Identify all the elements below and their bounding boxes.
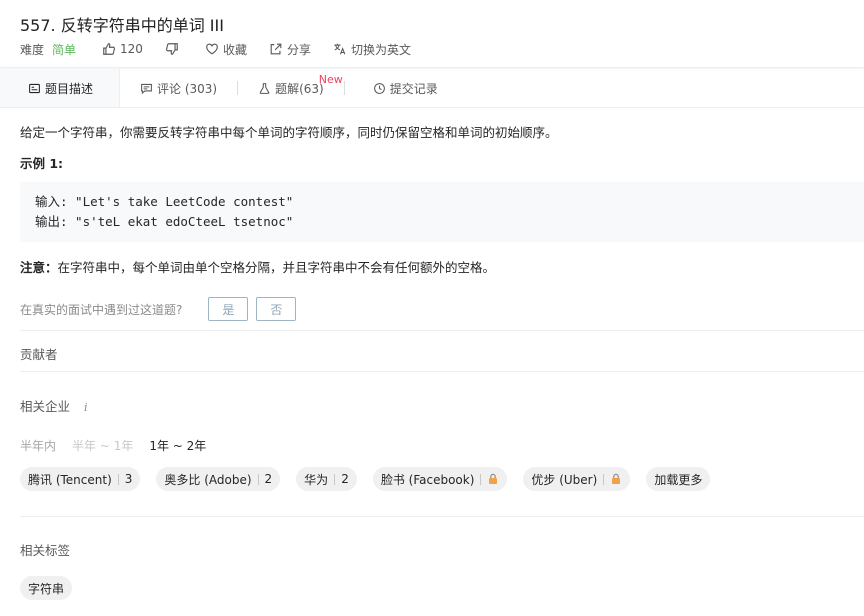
company-count: 2	[264, 472, 273, 486]
company-name: 脸书 (Facebook)	[380, 472, 475, 487]
share-icon	[270, 43, 282, 55]
note-text: 在字符串中，每个单词由单个空格分隔，并且字符串中不会有任何额外的空格。	[57, 260, 496, 275]
info-icon[interactable]: i	[84, 401, 88, 414]
tab-comments[interactable]: 评论 (303)	[120, 69, 237, 107]
topic-tag[interactable]: 字符串	[20, 576, 73, 600]
example-title: 示例 1:	[20, 156, 64, 171]
problem-header: 557. 反转字符串中的单词 III 难度 简单 120 收藏 分享 切换为英文	[0, 0, 864, 68]
example-code-block: 输入: "Let's take LeetCode contest" 输出: "s…	[20, 182, 864, 242]
description-icon	[29, 83, 40, 93]
chip-divider	[117, 473, 119, 485]
interview-question: 在真实的面试中遇到过这道题? 是 否	[20, 297, 304, 321]
comment-icon	[141, 83, 152, 94]
example-input-line: 输入: "Let's take LeetCode contest"	[35, 194, 294, 209]
company-count: 2	[341, 472, 349, 486]
dislike-button[interactable]	[165, 42, 183, 56]
period-option[interactable]: 半年内	[20, 437, 56, 454]
clock-icon	[373, 82, 385, 94]
tags-label[interactable]: 相关标签	[20, 540, 70, 559]
problem-tabs: 题目描述 评论 (303) 题解(63) New 提交记录	[0, 69, 864, 108]
heart-icon	[206, 43, 218, 55]
divider	[20, 371, 864, 372]
divider	[20, 330, 864, 331]
tab-submissions-label: 提交记录	[389, 81, 438, 96]
like-button[interactable]: 120	[102, 42, 143, 56]
company-chip[interactable]: 优步 (Uber)	[523, 467, 631, 491]
company-name: 奥多比 (Adobe)	[164, 472, 252, 487]
company-chip[interactable]: 华为 2	[296, 467, 357, 491]
chip-divider	[257, 473, 259, 485]
company-name: 优步 (Uber)	[531, 472, 598, 487]
tab-solutions-label: 题解(63)	[275, 81, 324, 96]
tab-description[interactable]: 题目描述	[0, 69, 120, 107]
problem-note: 注意：在字符串中，每个单词由单个空格分隔，并且字符串中不会有任何额外的空格。	[20, 257, 495, 276]
interview-no-button[interactable]: 否	[256, 297, 297, 321]
divider	[20, 516, 864, 517]
company-chip[interactable]: 脸书 (Facebook)	[372, 467, 508, 491]
chip-divider	[603, 473, 605, 485]
company-tags: 腾讯 (Tencent) 3 奥多比 (Adobe) 2 华为 2 脸书 (Fa…	[20, 467, 726, 491]
company-name: 腾讯 (Tencent)	[28, 472, 112, 487]
share-button[interactable]: 分享	[269, 41, 311, 58]
difficulty-label: 难度	[20, 42, 45, 57]
companies-label[interactable]: 相关企业 i	[20, 396, 88, 415]
favorite-button[interactable]: 收藏	[205, 41, 247, 58]
thumbs-down-icon	[165, 43, 178, 55]
note-label: 注意：	[20, 260, 58, 275]
lock-icon	[489, 473, 498, 484]
share-label: 分享	[286, 42, 311, 57]
problem-title: 557. 反转字符串中的单词 III	[20, 16, 224, 35]
flask-icon	[259, 82, 270, 94]
chip-divider	[334, 473, 336, 485]
tab-solutions[interactable]: 题解(63) New	[238, 69, 344, 107]
interview-question-text: 在真实的面试中遇到过这道题?	[20, 302, 183, 317]
translate-icon	[334, 43, 346, 55]
contributors-label[interactable]: 贡献者	[20, 344, 58, 363]
lock-icon	[612, 473, 621, 484]
problem-meta: 难度 简单 120 收藏 分享 切换为英文	[20, 40, 419, 58]
difficulty-badge: 简单	[52, 42, 77, 57]
company-count: 3	[124, 472, 133, 486]
tab-submissions[interactable]: 提交记录	[345, 69, 458, 107]
favorite-label: 收藏	[222, 42, 247, 57]
company-chip[interactable]: 奥多比 (Adobe) 2	[156, 467, 281, 491]
chip-divider	[480, 473, 482, 485]
company-chip[interactable]: 腾讯 (Tencent) 3	[20, 467, 141, 491]
company-name: 华为	[304, 472, 329, 487]
load-more-button[interactable]: 加载更多	[646, 467, 711, 491]
example-output-line: 输出: "s'teL ekat edoCteeL tsetnoc"	[35, 214, 294, 229]
period-option[interactable]: 半年 ~ 1年	[72, 437, 133, 454]
tab-comments-label: 评论 (303)	[157, 81, 218, 96]
period-option[interactable]: 1年 ~ 2年	[149, 437, 206, 454]
like-count: 120	[120, 42, 143, 56]
companies-label-text: 相关企业	[20, 399, 71, 414]
tab-description-label: 题目描述	[45, 81, 94, 96]
thumbs-up-icon	[103, 43, 116, 55]
switch-language-label: 切换为英文	[350, 42, 411, 57]
problem-description: 给定一个字符串，你需要反转字符串中每个单词的字符顺序，同时仍保留空格和单词的初始…	[20, 125, 558, 140]
switch-language-button[interactable]: 切换为英文	[333, 41, 411, 58]
company-period-filter: 半年内 半年 ~ 1年 1年 ~ 2年	[20, 437, 222, 454]
interview-yes-button[interactable]: 是	[208, 297, 249, 321]
new-badge: New	[318, 73, 343, 86]
